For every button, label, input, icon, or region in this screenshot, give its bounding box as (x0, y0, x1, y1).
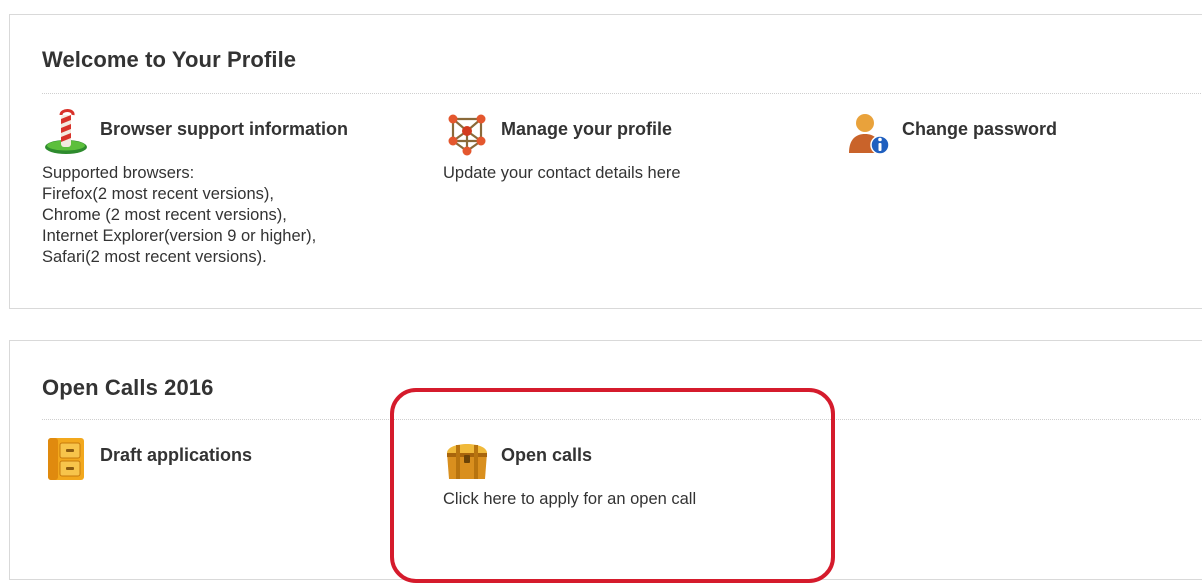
open-calls-panel: Open Calls 2016 Draft applications Open … (9, 340, 1202, 580)
draft-applications-item: Draft applications (42, 435, 422, 485)
browser-support-item: Browser support information Supported br… (42, 109, 422, 268)
browser-support-link[interactable]: Browser support information (42, 109, 422, 159)
open-calls-title: Open calls (501, 445, 593, 465)
change-password-item: Change password (844, 109, 1202, 159)
profile-panel-title: Welcome to Your Profile (42, 47, 297, 72)
draft-applications-title: Draft applications (100, 445, 253, 465)
open-calls-link[interactable]: Open calls (443, 435, 823, 485)
change-password-link[interactable]: Change password (844, 109, 1202, 159)
manage-profile-item: Manage your profile Update your contact … (443, 109, 823, 184)
browser-support-line: Chrome (2 most recent versions), (42, 206, 287, 224)
manage-profile-description: Update your contact details here (443, 163, 823, 184)
browser-support-line: Firefox(2 most recent versions), (42, 185, 274, 203)
draft-applications-link[interactable]: Draft applications (42, 435, 422, 485)
open-calls-panel-title: Open Calls 2016 (42, 375, 214, 400)
browser-support-line: Safari(2 most recent versions). (42, 248, 267, 266)
profile-panel: Welcome to Your Profile Browser support … (9, 14, 1202, 309)
browser-support-description: Supported browsers: Firefox(2 most recen… (42, 163, 422, 268)
divider (42, 419, 1202, 420)
change-password-title: Change password (902, 119, 1058, 139)
candy-cane-icon (45, 109, 87, 154)
browser-support-line: Supported browsers: (42, 164, 195, 182)
open-calls-description: Click here to apply for an open call (443, 489, 823, 510)
manage-profile-title: Manage your profile (501, 119, 673, 139)
divider (42, 93, 1202, 94)
manage-profile-link[interactable]: Manage your profile (443, 109, 823, 159)
treasure-chest-icon (447, 444, 487, 479)
open-calls-line: Click here to apply for an open call (443, 490, 697, 508)
browser-support-line: Internet Explorer(version 9 or higher), (42, 227, 317, 245)
open-calls-item: Open calls Click here to apply for an op… (443, 435, 823, 510)
user-info-icon (849, 114, 890, 155)
browser-support-title: Browser support information (100, 119, 349, 139)
file-cabinet-icon (48, 438, 84, 480)
manage-profile-line: Update your contact details here (443, 164, 681, 182)
molecule-icon (448, 114, 486, 156)
